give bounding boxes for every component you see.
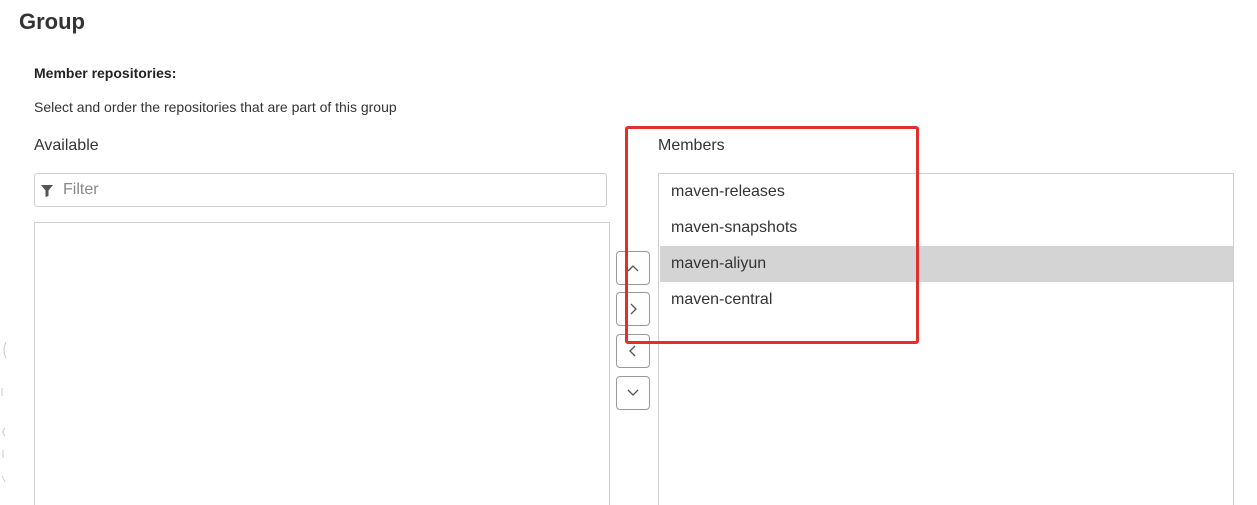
chevron-up-icon bbox=[627, 265, 639, 272]
available-list[interactable] bbox=[34, 222, 610, 505]
remove-from-members-button[interactable] bbox=[616, 334, 650, 368]
member-repositories-label: Member repositories: bbox=[34, 65, 177, 81]
add-to-members-button[interactable] bbox=[616, 292, 650, 326]
filter-icon bbox=[41, 185, 53, 197]
member-item-maven-releases[interactable]: maven-releases bbox=[660, 174, 1233, 210]
move-down-button[interactable] bbox=[616, 376, 650, 410]
move-up-button[interactable] bbox=[616, 251, 650, 285]
members-label: Members bbox=[658, 137, 725, 154]
filter-field[interactable] bbox=[34, 173, 607, 207]
chevron-left-icon bbox=[629, 345, 636, 357]
member-item-maven-aliyun[interactable]: maven-aliyun bbox=[660, 246, 1233, 282]
filter-input[interactable] bbox=[63, 174, 593, 206]
member-item-maven-central[interactable]: maven-central bbox=[660, 282, 1233, 318]
section-title: Group bbox=[19, 9, 85, 34]
edge-artifact bbox=[1, 341, 7, 483]
members-list[interactable]: maven-releases maven-snapshots maven-ali… bbox=[658, 173, 1234, 505]
available-label: Available bbox=[34, 137, 99, 154]
chevron-down-icon bbox=[627, 389, 639, 396]
member-repositories-help: Select and order the repositories that a… bbox=[34, 99, 397, 115]
member-item-maven-snapshots[interactable]: maven-snapshots bbox=[660, 210, 1233, 246]
chevron-right-icon bbox=[630, 303, 637, 315]
